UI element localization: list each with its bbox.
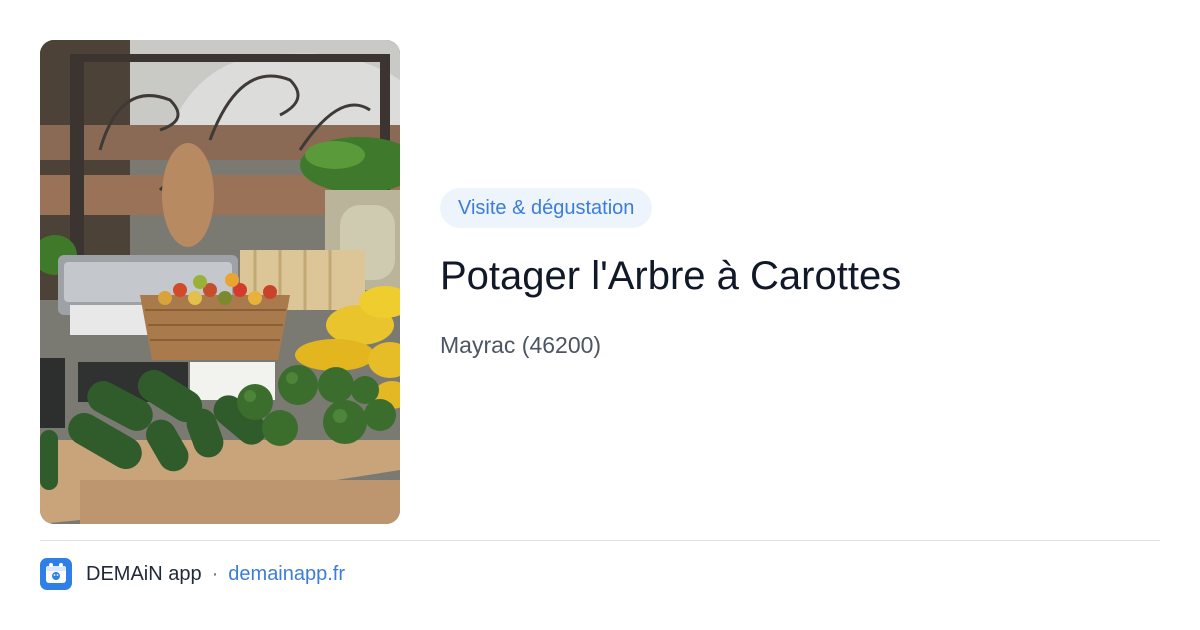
place-info: Visite & dégustation Potager l'Arbre à C… xyxy=(440,188,1160,360)
footer: DEMAiN app · demainapp.fr xyxy=(40,557,345,591)
app-website-link[interactable]: demainapp.fr xyxy=(228,563,345,586)
category-tag[interactable]: Visite & dégustation xyxy=(440,188,653,228)
app-name: DEMAiN app xyxy=(86,562,202,585)
footer-divider xyxy=(40,540,1160,541)
place-title: Potager l'Arbre à Carottes xyxy=(440,254,902,298)
footer-separator: · xyxy=(211,562,219,585)
place-location: Mayrac (46200) xyxy=(440,332,602,358)
demain-logo-icon xyxy=(40,558,72,590)
vegetable-stand-photo xyxy=(40,40,400,524)
